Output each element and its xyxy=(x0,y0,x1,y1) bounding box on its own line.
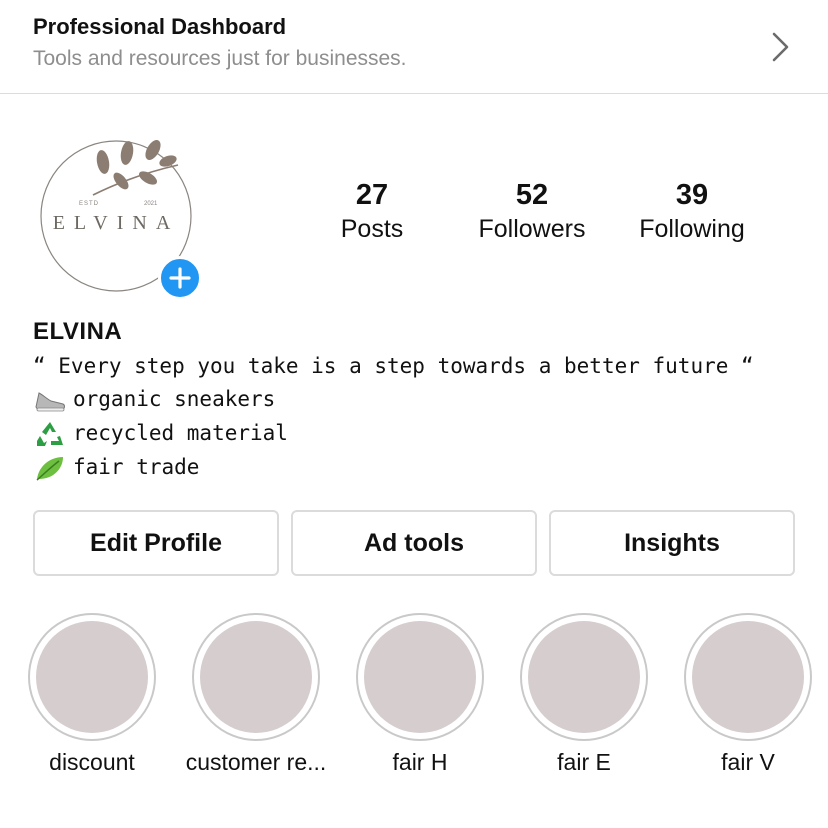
sneaker-icon xyxy=(35,392,65,412)
highlight-label: fair V xyxy=(721,749,775,775)
leaf-icon xyxy=(36,457,63,481)
following-count: 39 xyxy=(675,179,709,211)
highlight-cover xyxy=(200,621,312,733)
bio-line-text: fair trade xyxy=(73,455,200,479)
highlight-customer-reviews[interactable]: customer re... xyxy=(186,613,326,775)
following-stat[interactable]: 39 Following xyxy=(617,178,767,246)
posts-label: Posts xyxy=(340,215,404,243)
highlight-fair-v[interactable]: fair V xyxy=(684,613,812,775)
bio-quote: “ Every step you take is a step towards … xyxy=(33,354,754,378)
following-label: Following xyxy=(639,215,745,243)
plus-icon xyxy=(169,267,191,289)
recycle-icon xyxy=(37,422,63,446)
dashboard-subtitle: Tools and resources just for businesses. xyxy=(33,47,407,70)
insights-button[interactable]: Insights xyxy=(549,510,795,576)
highlight-ring xyxy=(356,613,484,741)
bio-line-text: recycled material xyxy=(73,421,288,445)
highlight-fair-h[interactable]: fair H xyxy=(356,613,484,775)
highlight-label: discount xyxy=(49,749,135,775)
chevron-right-icon[interactable] xyxy=(768,30,794,64)
profile-name: ELVINA xyxy=(33,318,123,345)
dashboard-title: Professional Dashboard xyxy=(33,14,287,39)
ad-tools-button[interactable]: Ad tools xyxy=(291,510,537,576)
professional-dashboard-banner[interactable]: Professional Dashboard Tools and resourc… xyxy=(0,0,828,94)
add-story-button[interactable] xyxy=(158,256,202,300)
highlight-label: fair H xyxy=(392,749,448,775)
edit-profile-button[interactable]: Edit Profile xyxy=(33,510,279,576)
highlight-cover xyxy=(36,621,148,733)
highlight-ring xyxy=(520,613,648,741)
highlight-cover xyxy=(528,621,640,733)
bio-line-text: organic sneakers xyxy=(73,387,276,411)
highlight-ring xyxy=(28,613,156,741)
highlight-cover xyxy=(692,621,804,733)
logo-text: ELVINA xyxy=(53,212,180,234)
logo-estd: ESTD xyxy=(79,201,99,207)
logo-year: 2021 xyxy=(144,201,158,207)
posts-count: 27 xyxy=(355,179,389,211)
highlight-discount[interactable]: discount xyxy=(28,613,156,775)
highlight-cover xyxy=(364,621,476,733)
bio-line-fair-trade: fair trade xyxy=(33,453,199,483)
highlight-label: customer re... xyxy=(185,749,327,775)
bio-line-sneakers: organic sneakers xyxy=(33,385,275,415)
highlight-fair-e[interactable]: fair E xyxy=(520,613,648,775)
followers-stat[interactable]: 52 Followers xyxy=(457,178,607,246)
posts-stat[interactable]: 27 Posts xyxy=(297,178,447,246)
highlight-ring xyxy=(684,613,812,741)
bio-line-recycled: recycled material xyxy=(33,419,288,449)
followers-count: 52 xyxy=(515,179,549,211)
highlight-ring xyxy=(192,613,320,741)
highlight-label: fair E xyxy=(557,749,611,775)
followers-label: Followers xyxy=(478,215,586,243)
